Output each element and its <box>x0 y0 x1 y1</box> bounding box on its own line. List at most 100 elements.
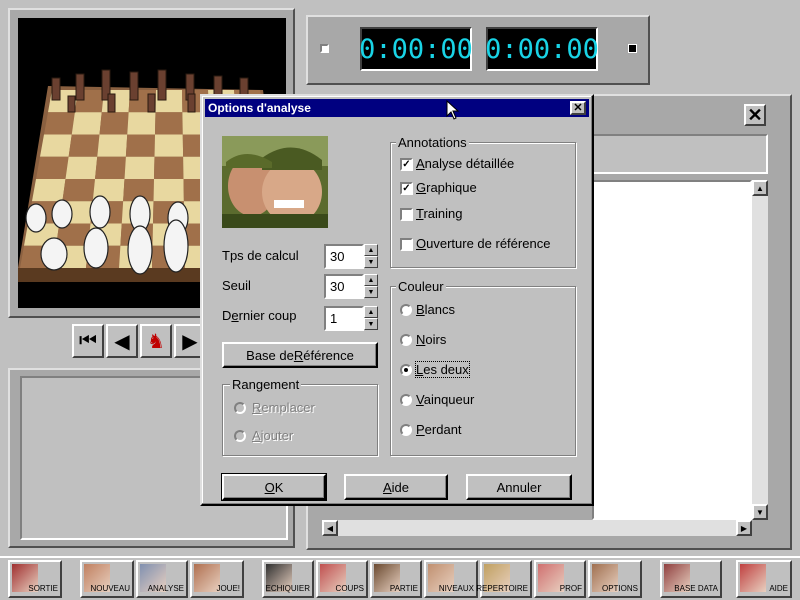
color-winner-label: Vainqueur <box>416 392 475 407</box>
board-square[interactable] <box>124 156 155 179</box>
board-square[interactable] <box>32 179 66 202</box>
toolbar-prof-button[interactable]: PROF <box>534 560 586 598</box>
toolbar-analyse-button[interactable]: ANALYSE <box>136 560 188 598</box>
spin-up-icon[interactable]: ▲ <box>364 274 378 286</box>
toolbar-label: ECHIQUIER <box>265 584 310 593</box>
dialog-title-bar[interactable]: Options d'analyse ✕ <box>205 99 589 117</box>
board-square[interactable] <box>44 112 75 135</box>
reference-opening-label: Ouverture de référence <box>416 236 551 251</box>
cancel-button[interactable]: Annuler <box>466 474 572 500</box>
board-square[interactable] <box>125 134 155 157</box>
toolbar-label: SORTIE <box>28 584 58 593</box>
first-move-icon[interactable]: ⏮ <box>72 324 104 358</box>
threshold-spinner[interactable]: ▲ ▼ <box>364 274 378 299</box>
training-checkbox[interactable] <box>400 208 413 221</box>
board-square[interactable] <box>97 134 128 157</box>
toolbar-joue-button[interactable]: JOUE! <box>190 560 244 598</box>
toolbar-label: BASE DATA <box>674 584 718 593</box>
calc-time-label: Tps de calcul <box>222 248 299 263</box>
annotations-group-title: Annotations <box>396 135 469 150</box>
toolbar-echiquier-button[interactable]: ECHIQUIER <box>262 560 314 598</box>
board-square[interactable] <box>154 134 184 157</box>
color-winner-radio[interactable] <box>400 394 412 406</box>
toolbar-label: NOUVEAU <box>90 584 130 593</box>
board-square[interactable] <box>99 112 129 135</box>
spin-up-icon[interactable]: ▲ <box>364 244 378 256</box>
board-square[interactable] <box>153 179 184 202</box>
board-square[interactable] <box>155 112 183 135</box>
color-white-radio[interactable] <box>400 304 412 316</box>
color-group-title: Couleur <box>396 279 446 294</box>
storage-group <box>222 384 378 456</box>
spin-up-icon[interactable]: ▲ <box>364 306 378 318</box>
board-square[interactable] <box>62 179 95 202</box>
white-turn-indicator <box>320 44 329 53</box>
white-clock: 0:00:00 <box>359 27 473 71</box>
ok-button[interactable]: OK <box>221 473 327 501</box>
vertical-scrollbar[interactable]: ▲ ▼ <box>752 180 768 520</box>
toolbar-base-data-button[interactable]: BASE DATA <box>660 560 722 598</box>
reference-base-button[interactable]: Base de Référence <box>222 342 378 368</box>
spin-down-icon[interactable]: ▼ <box>364 286 378 298</box>
previous-move-icon[interactable]: ◀ <box>106 324 138 358</box>
reference-opening-checkbox[interactable] <box>400 238 413 251</box>
toolbar-label: PARTIE <box>389 584 418 593</box>
board-square[interactable] <box>127 112 156 135</box>
mouse-cursor-icon <box>446 100 460 120</box>
replace-radio[interactable] <box>234 402 246 414</box>
scroll-down-icon[interactable]: ▼ <box>752 504 768 520</box>
scroll-left-icon[interactable]: ◀ <box>322 520 338 536</box>
threshold-input[interactable]: 30 <box>324 274 364 299</box>
toolbar-partie-button[interactable]: PARTIE <box>370 560 422 598</box>
toolbar-label: AIDE <box>769 584 788 593</box>
board-square[interactable] <box>36 156 69 179</box>
spin-down-icon[interactable]: ▼ <box>364 256 378 268</box>
last-move-label: Dernier coup <box>222 308 297 323</box>
board-square[interactable] <box>71 112 102 135</box>
training-label: Training <box>416 206 463 221</box>
color-both-radio[interactable] <box>400 364 412 376</box>
last-move-input[interactable]: 1 <box>324 306 364 331</box>
toolbar-sortie-button[interactable]: SORTIE <box>8 560 62 598</box>
color-loser-radio[interactable] <box>400 424 412 436</box>
toolbar-options-button[interactable]: OPTIONS <box>588 560 642 598</box>
toolbar-label: OPTIONS <box>601 584 638 593</box>
notation-text-area[interactable] <box>592 180 752 520</box>
help-button[interactable]: Aide <box>344 474 448 500</box>
calc-time-spinner[interactable]: ▲ ▼ <box>364 244 378 269</box>
toolbar-aide-button[interactable]: AIDE <box>736 560 792 598</box>
spin-down-icon[interactable]: ▼ <box>364 318 378 330</box>
color-black-radio[interactable] <box>400 334 412 346</box>
replace-label: Remplacer <box>252 400 315 415</box>
graphic-checkbox[interactable]: ✓ <box>400 182 413 195</box>
board-square[interactable] <box>40 134 72 157</box>
toolbar-label: NIVEAUX <box>438 584 474 593</box>
toolbar-niveaux-button[interactable]: NIVEAUX <box>424 560 478 598</box>
black-turn-indicator <box>628 44 637 53</box>
horizontal-scrollbar[interactable]: ◀ ▶ <box>322 520 752 536</box>
scroll-right-icon[interactable]: ▶ <box>736 520 752 536</box>
board-square[interactable] <box>65 156 98 179</box>
analysis-options-dialog: Options d'analyse ✕ Tps de calcul 30 ▲ ▼ … <box>200 94 594 506</box>
last-move-spinner[interactable]: ▲ ▼ <box>364 306 378 331</box>
board-square[interactable] <box>154 156 184 179</box>
toolbar-repertoire-button[interactable]: REPERTOIRE <box>476 560 532 598</box>
append-label: Ajouter <box>252 428 294 443</box>
board-square[interactable] <box>68 134 100 157</box>
calc-time-input[interactable]: 30 <box>324 244 364 269</box>
detailed-analysis-checkbox[interactable]: ✓ <box>400 158 413 171</box>
close-icon[interactable]: ✕ <box>744 104 766 126</box>
dialog-close-icon[interactable]: ✕ <box>570 101 586 115</box>
toolbar-nouveau-button[interactable]: NOUVEAU <box>80 560 134 598</box>
detailed-analysis-label: Analyse détaillée <box>416 156 515 171</box>
dialog-title: Options d'analyse <box>208 101 311 115</box>
coach-photo <box>222 136 328 228</box>
black-clock: 0:00:00 <box>485 27 599 71</box>
append-radio[interactable] <box>234 430 246 442</box>
storage-group-title: Rangement <box>230 377 302 392</box>
board-square[interactable] <box>95 156 126 179</box>
toolbar-coups-button[interactable]: COUPS <box>316 560 368 598</box>
play-move-icon[interactable]: ♞ <box>140 324 172 358</box>
color-black-label: Noirs <box>416 332 447 347</box>
scroll-up-icon[interactable]: ▲ <box>752 180 768 196</box>
